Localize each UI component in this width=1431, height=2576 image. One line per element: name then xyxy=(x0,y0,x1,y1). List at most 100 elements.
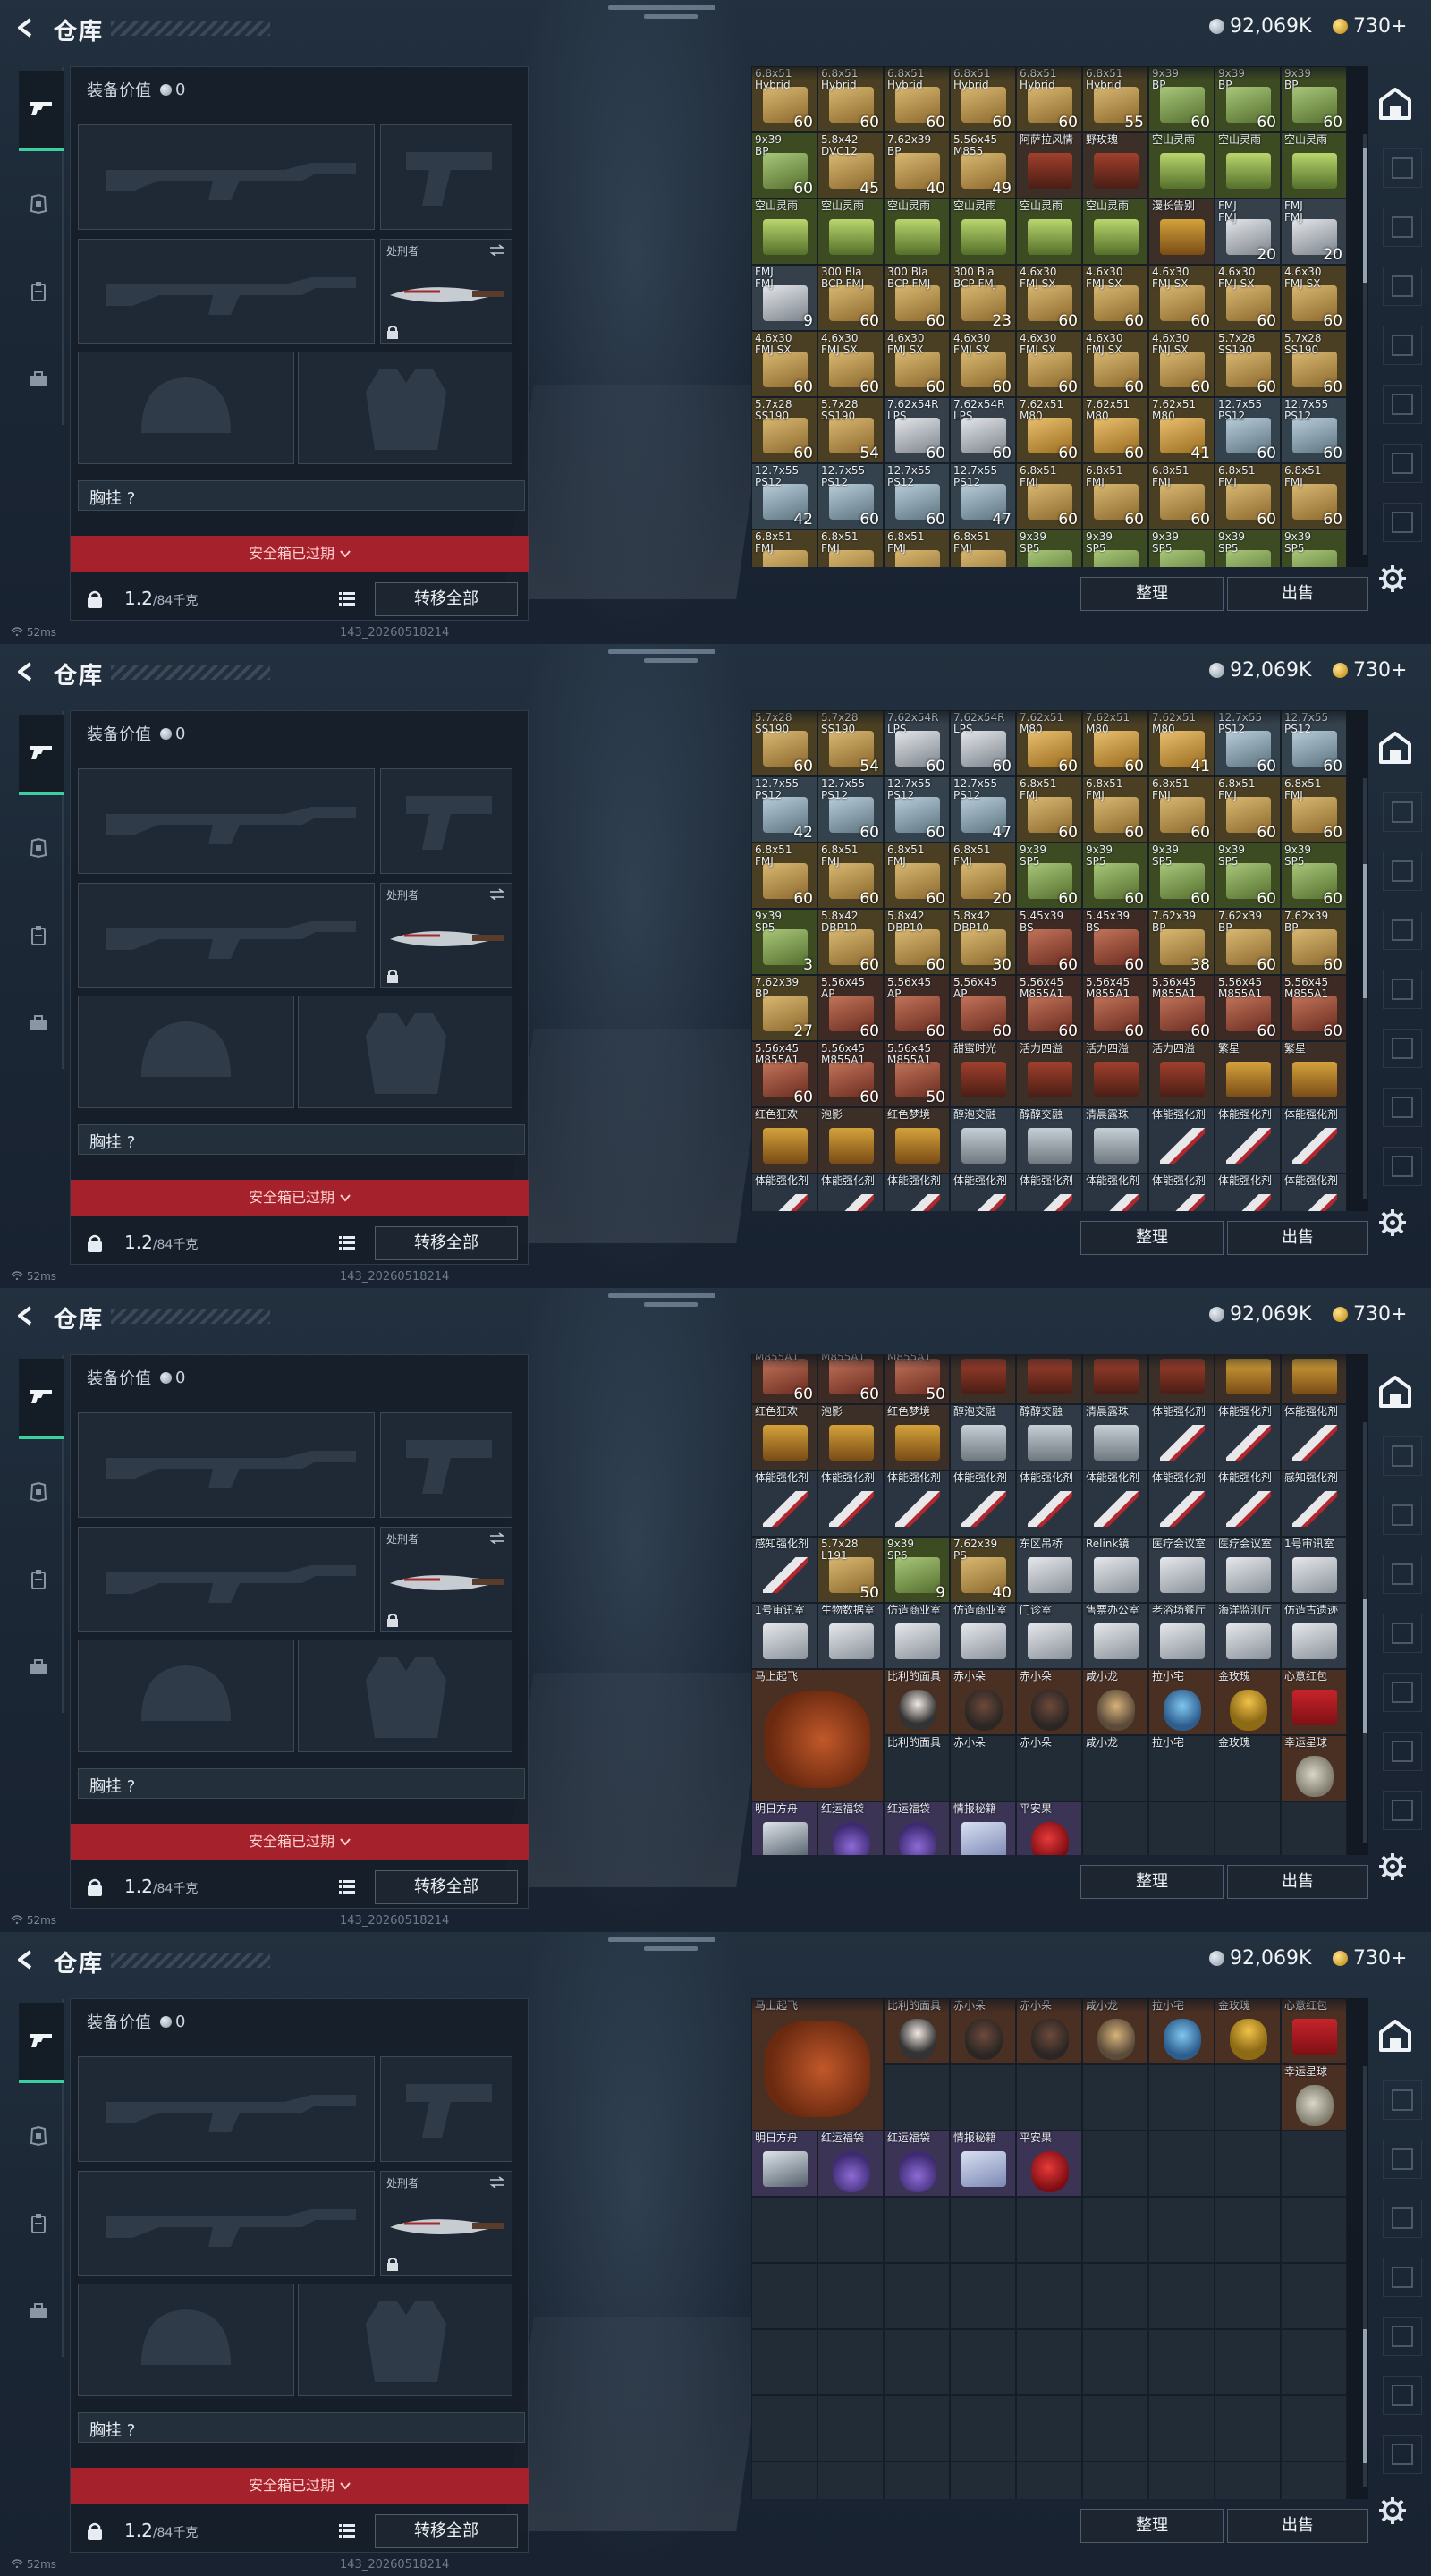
inventory-item[interactable]: 9x39 SP5 60 xyxy=(1215,843,1281,909)
inventory-item[interactable]: Relink镜 xyxy=(1082,1537,1148,1603)
back-arrow-icon[interactable] xyxy=(16,662,36,682)
inventory-item[interactable]: 300 Bla BCP FMJ 23 xyxy=(950,265,1016,331)
inventory-item[interactable]: 5.56x45 M855A1 60 xyxy=(1215,975,1281,1041)
hideout-icon[interactable] xyxy=(1379,732,1411,767)
inventory-item[interactable]: 平安果 xyxy=(1016,1801,1082,1855)
inventory-item[interactable]: 感知强化剂 xyxy=(1281,1470,1347,1537)
inventory-item[interactable]: 体能强化剂 xyxy=(1281,1174,1347,1211)
sell-button[interactable]: 出售 xyxy=(1227,577,1368,611)
inventory-item[interactable]: 赤小朵 xyxy=(1016,1669,1082,1735)
transfer-all-button[interactable]: 转移全部 xyxy=(375,582,518,616)
inventory-item[interactable]: 5.56x45 AP 60 xyxy=(817,975,884,1041)
inventory-item[interactable]: 野玫瑰 xyxy=(1082,132,1148,199)
inventory-item[interactable]: 5.7x28 L191 50 xyxy=(817,1537,884,1603)
melee-slot[interactable]: 处刑者 xyxy=(380,1527,512,1632)
nav-tab-clipboard[interactable] xyxy=(21,275,56,311)
sort-button[interactable]: 整理 xyxy=(1080,1865,1224,1899)
inventory-item[interactable]: 东区吊桥 xyxy=(1016,1537,1082,1603)
container-tab[interactable] xyxy=(1383,2140,1422,2179)
scrollbar-thumb[interactable] xyxy=(1363,1599,1367,1733)
container-tab[interactable] xyxy=(1383,1496,1422,1535)
inventory-item[interactable]: 空山灵雨 xyxy=(1082,199,1148,265)
gold-currency[interactable]: 730+ xyxy=(1333,659,1407,682)
inventory-item[interactable]: 门诊室 xyxy=(1016,1603,1082,1669)
inventory-item[interactable]: 空山灵雨 xyxy=(817,199,884,265)
inventory-item[interactable]: 6.8x51 FMJ 60 xyxy=(1016,776,1082,843)
settings-gear-icon[interactable] xyxy=(1377,564,1408,594)
container-tab[interactable] xyxy=(1383,2435,1422,2474)
inventory-item[interactable]: 平安果 xyxy=(1016,2131,1082,2197)
inventory-item[interactable]: 7.62x54R LPS 60 xyxy=(884,397,950,463)
inventory-item[interactable]: 红色梦境 xyxy=(884,1404,950,1470)
inventory-item[interactable]: 4.6x30 FMJ SX 60 xyxy=(1215,265,1281,331)
inventory-item[interactable]: 6.8x51 FMJ 60 xyxy=(1281,776,1347,843)
inventory-item[interactable]: 5.7x28 SS190 54 xyxy=(817,397,884,463)
gold-currency[interactable]: 730+ xyxy=(1333,1303,1407,1326)
container-tab[interactable] xyxy=(1383,2317,1422,2356)
armor-slot[interactable] xyxy=(298,1640,512,1752)
inventory-scrollbar[interactable] xyxy=(1363,778,1367,1199)
inventory-scrollbar[interactable] xyxy=(1363,134,1367,555)
inventory-item[interactable]: 空山灵雨 xyxy=(1016,199,1082,265)
safe-box-expired-banner[interactable]: 安全箱已过期 xyxy=(71,1180,529,1216)
sell-button[interactable]: 出售 xyxy=(1227,2509,1368,2543)
chest-rig-slot[interactable]: 胸挂 ? xyxy=(78,2412,525,2443)
settings-gear-icon[interactable] xyxy=(1377,2496,1408,2526)
swap-icon[interactable] xyxy=(488,1531,506,1545)
inventory-item[interactable]: 5.7x28 SS190 60 xyxy=(1281,331,1347,397)
inventory-item[interactable]: 繁星 xyxy=(1281,1041,1347,1107)
inventory-item[interactable]: 体能强化剂 xyxy=(1148,1470,1215,1537)
inventory-item[interactable]: 6.8x51 FMJ 60 xyxy=(817,843,884,909)
inventory-item[interactable]: 12.7x55 PS12 60 xyxy=(884,463,950,530)
chest-rig-slot[interactable]: 胸挂 ? xyxy=(78,480,525,511)
inventory-item[interactable]: 4.6x30 FMJ SX 60 xyxy=(1082,265,1148,331)
inventory-item[interactable]: 5.56x45 M855A1 60 xyxy=(1016,975,1082,1041)
back-arrow-icon[interactable] xyxy=(16,1950,36,1970)
inventory-item[interactable]: 幸运星球 xyxy=(1281,2064,1347,2131)
inventory-item[interactable]: 空山灵雨 xyxy=(1148,132,1215,199)
inventory-item[interactable]: 5.56x45 AP 60 xyxy=(884,975,950,1041)
transfer-all-button[interactable]: 转移全部 xyxy=(375,1870,518,1904)
inventory-item[interactable]: 6.8x51 FMJ 60 xyxy=(1281,463,1347,530)
inventory-item[interactable]: 7.62x51 M80 60 xyxy=(1016,397,1082,463)
secondary-weapon-slot[interactable] xyxy=(78,883,375,988)
container-tab[interactable] xyxy=(1383,1147,1422,1186)
inventory-item[interactable]: 5.45x39 BS 60 xyxy=(1016,909,1082,975)
warehouse-inventory-grid[interactable]: 马上起飞比利的面具赤小朵赤小朵咸小龙拉小宅金玫瑰心意红包幸运星球明日方舟红运福袋… xyxy=(751,1998,1368,2499)
nav-tab-armor[interactable] xyxy=(21,1476,56,1512)
scrollbar-thumb[interactable] xyxy=(1363,864,1367,998)
list-view-icon[interactable] xyxy=(339,1879,355,1894)
inventory-item[interactable]: 6.8x51 FMJ xyxy=(751,530,817,567)
sort-button[interactable]: 整理 xyxy=(1080,1221,1224,1255)
inventory-item[interactable]: 5.56x45 M855 49 xyxy=(950,132,1016,199)
inventory-item[interactable]: 5.56x45 M855A1 60 xyxy=(1082,975,1148,1041)
nav-tab-armor[interactable] xyxy=(21,2120,56,2156)
swap-icon[interactable] xyxy=(488,887,506,901)
inventory-item[interactable]: 9x39 SP5 xyxy=(1215,530,1281,567)
container-tab[interactable] xyxy=(1383,911,1422,950)
inventory-item[interactable]: 红运福袋 xyxy=(817,2131,884,2197)
inventory-item[interactable]: 比利的面具 xyxy=(884,1669,950,1735)
inventory-item[interactable]: 红色梦境 xyxy=(884,1107,950,1174)
inventory-item[interactable]: FMJ FMJ 20 xyxy=(1281,199,1347,265)
settings-gear-icon[interactable] xyxy=(1377,1852,1408,1882)
inventory-item[interactable]: 12.7x55 PS12 47 xyxy=(950,776,1016,843)
container-tab[interactable] xyxy=(1383,2080,1422,2120)
pistol-slot[interactable] xyxy=(380,124,512,230)
inventory-item[interactable]: 空山灵雨 xyxy=(1215,132,1281,199)
list-view-icon[interactable] xyxy=(339,2523,355,2538)
inventory-item[interactable]: 体能强化剂 xyxy=(1016,1174,1082,1211)
safe-box-expired-banner[interactable]: 安全箱已过期 xyxy=(71,2468,529,2504)
inventory-item[interactable]: 7.62x39 PS 40 xyxy=(950,1537,1016,1603)
primary-weapon-slot[interactable] xyxy=(78,1412,375,1518)
inventory-item[interactable]: 红色狂欢 xyxy=(751,1404,817,1470)
nav-tab-armor[interactable] xyxy=(21,188,56,224)
inventory-item[interactable]: 体能强化剂 xyxy=(817,1470,884,1537)
inventory-item[interactable]: 6.8x51 FMJ 20 xyxy=(950,843,1016,909)
inventory-item[interactable]: 拉小宅 xyxy=(1148,1669,1215,1735)
inventory-item[interactable]: 漫长告别 xyxy=(1148,199,1215,265)
nav-tab-briefcase[interactable] xyxy=(21,1007,56,1043)
inventory-item[interactable]: 5.7x28 SS190 60 xyxy=(751,397,817,463)
inventory-item[interactable]: 醇泡交融 xyxy=(950,1107,1016,1174)
inventory-item[interactable]: 9x39 SP5 xyxy=(1016,530,1082,567)
